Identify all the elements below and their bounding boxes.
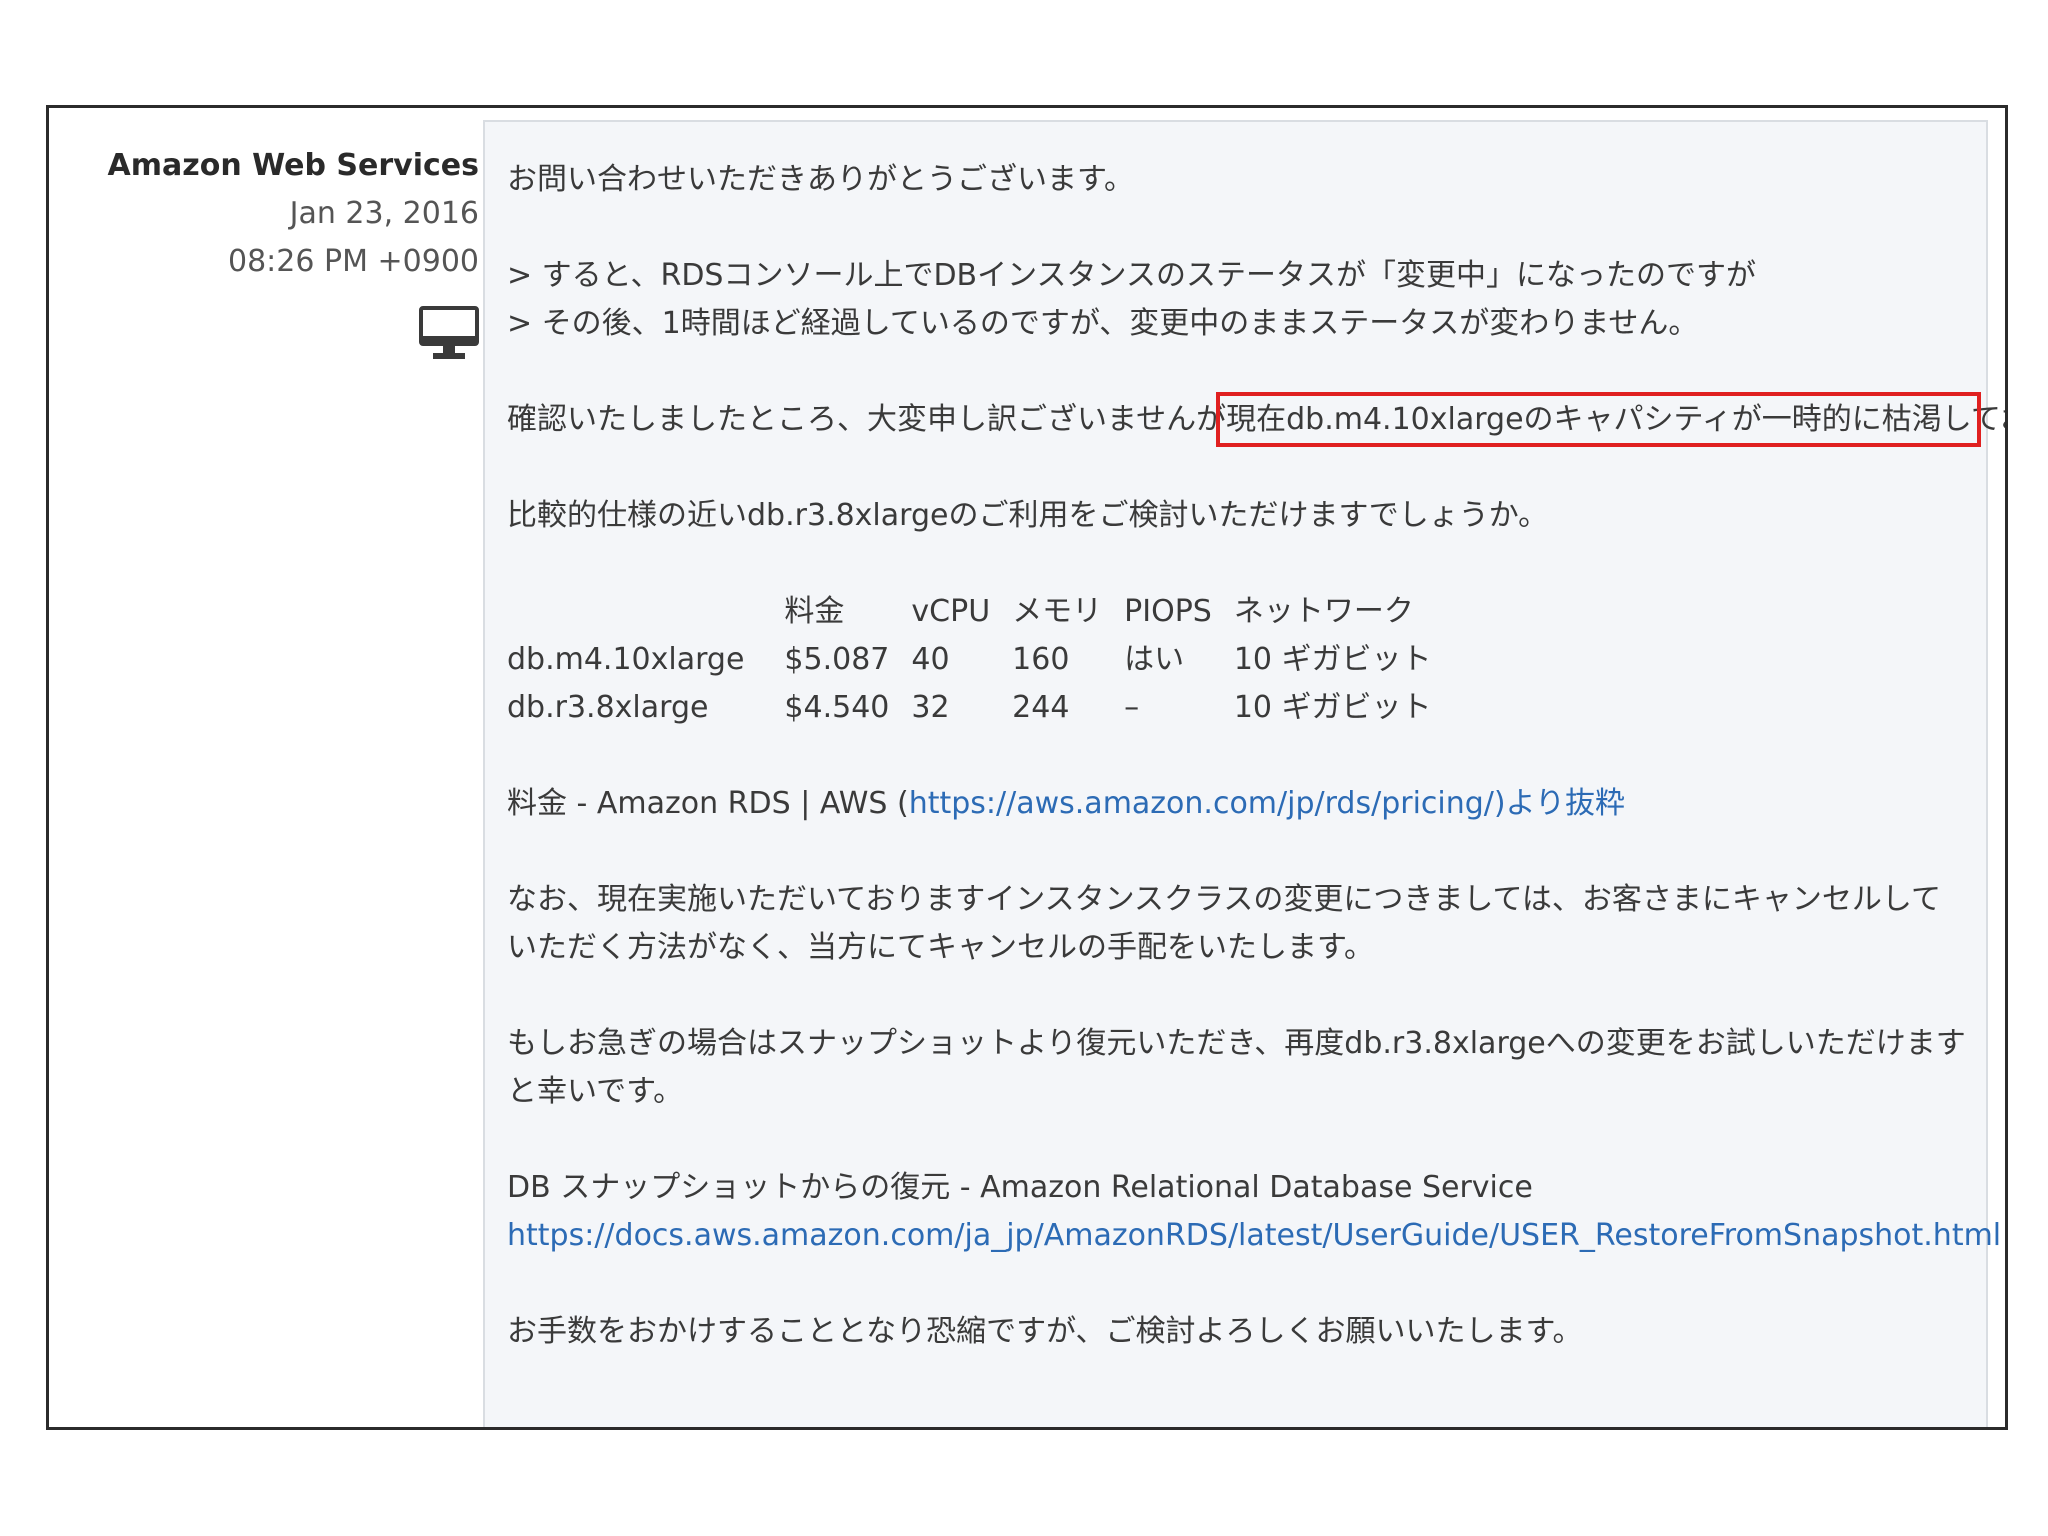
pricing-source-text: 料金 - Amazon RDS | AWS ( <box>507 786 909 821</box>
author-name: Amazon Web Services <box>107 148 479 183</box>
table-header-row: 料金 vCPU メモリ PIOPS ネットワーク <box>507 588 1454 636</box>
table-cell: 32 <box>911 690 950 725</box>
monitor-icon <box>419 306 479 359</box>
table-row: db.m4.10xlarge $5.087 40 160 はい 10 ギガビット <box>507 636 1454 684</box>
quote-line: > その後、1時間ほど経過しているのですが、変更中のままステータスが変わりません… <box>507 306 1699 341</box>
message-body: お問い合わせいただきありがとうございます。 > すると、RDSコンソール上でDB… <box>483 120 2005 1427</box>
doc-link[interactable]: https://docs.aws.amazon.com/ja_jp/Amazon… <box>507 1212 2001 1260</box>
highlighted-capacity-notice: 現在db.m4.10xlargeのキャパシティが一時的に枯渇し <box>1216 392 1981 447</box>
table-cell: 160 <box>1012 642 1070 677</box>
table-header: ネットワーク <box>1233 594 1414 629</box>
cancel-note: なお、現在実施いただいておりますインスタンスクラスの変更につきましては、お客さま… <box>507 882 1941 965</box>
table-cell: db.r3.8xlarge <box>507 690 709 725</box>
pricing-source: 料金 - Amazon RDS | AWS (https://aws.amazo… <box>507 780 1966 828</box>
table-cell: 244 <box>1012 690 1070 725</box>
table-header <box>507 588 784 636</box>
documentation-reference: DB スナップショットからの復元 - Amazon Relational Dat… <box>507 1164 2001 1260</box>
explanation-text-continued: ており、お客さまにお使いいただけない状態となっております。 <box>1970 402 2005 437</box>
message-time: 08:26 PM +0900 <box>228 244 479 279</box>
table-header: 料金 <box>784 594 845 629</box>
quoted-text: > すると、RDSコンソール上でDBインスタンスのステータスが「変更中」になった… <box>507 252 1966 348</box>
doc-title: DB スナップショットからの復元 - Amazon Relational Dat… <box>507 1170 1533 1205</box>
table-cell: db.m4.10xlarge <box>507 642 745 677</box>
quote-line: > すると、RDSコンソール上でDBインスタンスのステータスが「変更中」になった… <box>507 258 1756 293</box>
capacity-explanation: 確認いたしましたところ、大変申し訳ございませんが現在db.m4.10xlarge… <box>507 392 2005 447</box>
table-cell: はい <box>1124 642 1185 677</box>
restore-note: もしお急ぎの場合はスナップショットより復元いただき、再度db.r3.8xlarg… <box>507 1026 1966 1109</box>
table-cell: $5.087 <box>784 642 890 677</box>
closing-text: お手数をおかけすることとなり恐縮ですが、ご検討よろしくお願いいたします。 <box>507 1314 1583 1349</box>
message-date: Jan 23, 2016 <box>289 196 479 231</box>
table-header: vCPU <box>911 594 991 629</box>
explanation-text: 確認いたしましたところ、大変申し訳ございませんが <box>507 402 1227 437</box>
table-cell: 40 <box>911 642 950 677</box>
message-sidebar: Amazon Web Services Jan 23, 2016 08:26 P… <box>49 108 479 1427</box>
table-cell: 10 ギガビット <box>1233 690 1432 725</box>
support-case-correspondence: Amazon Web Services Jan 23, 2016 08:26 P… <box>46 105 2008 1430</box>
table-cell: 10 ギガビット <box>1233 642 1432 677</box>
pricing-link[interactable]: https://aws.amazon.com/jp/rds/pricing/)よ… <box>909 786 1625 821</box>
table-header: メモリ <box>1012 594 1103 629</box>
table-cell: – <box>1124 690 1140 725</box>
table-row: db.r3.8xlarge $4.540 32 244 – 10 ギガビット <box>507 684 1454 732</box>
instance-comparison-table: 料金 vCPU メモリ PIOPS ネットワーク db.m4.10xlarge … <box>507 588 1454 732</box>
table-header: PIOPS <box>1124 594 1212 629</box>
greeting-text: お問い合わせいただきありがとうございます。 <box>507 162 1134 197</box>
suggestion-text: 比較的仕様の近いdb.r3.8xlargeのご利用をご検討いただけますでしょうか… <box>507 498 1549 533</box>
table-cell: $4.540 <box>784 690 890 725</box>
